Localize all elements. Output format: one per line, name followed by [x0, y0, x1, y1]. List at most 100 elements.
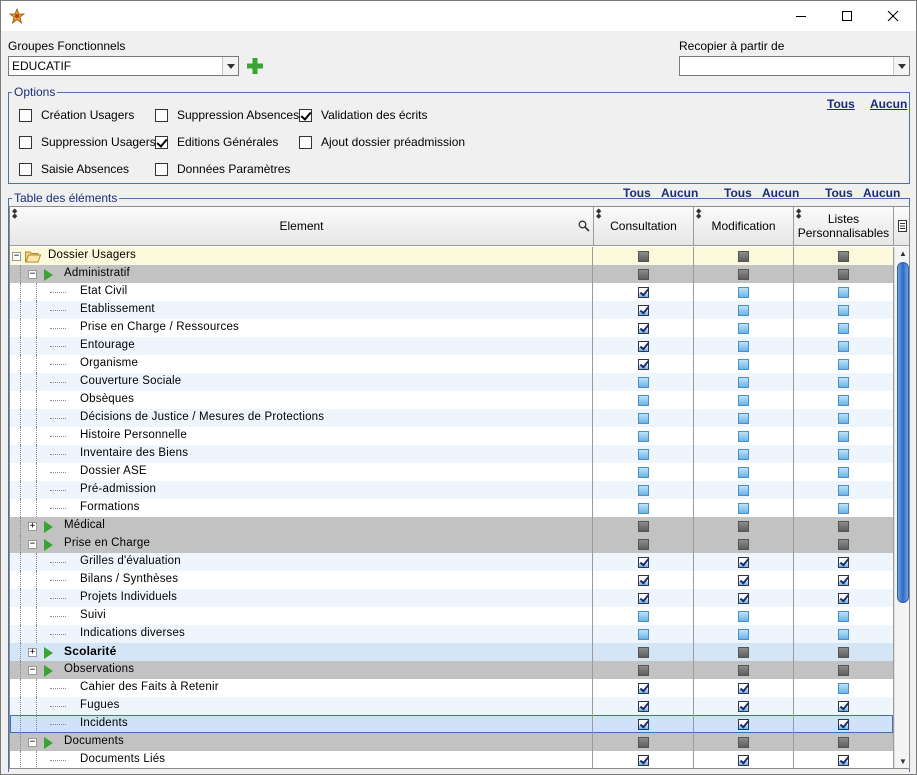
checked-box-icon[interactable]	[638, 718, 649, 730]
recopier-select[interactable]	[679, 56, 910, 76]
unchecked-box-icon[interactable]	[838, 448, 849, 460]
consultation-cell[interactable]	[594, 553, 694, 571]
checked-box-icon[interactable]	[738, 592, 749, 604]
options-tous-link[interactable]: Tous	[827, 97, 855, 111]
modification-cell[interactable]	[694, 391, 794, 409]
listes-cell[interactable]	[794, 571, 894, 589]
unchecked-box-icon[interactable]	[738, 430, 749, 442]
listes-cell[interactable]	[794, 355, 894, 373]
modification-tous-link[interactable]: Tous	[724, 186, 752, 200]
group-state-icon[interactable]	[738, 736, 749, 748]
unchecked-box-icon[interactable]	[838, 466, 849, 478]
group-state-icon[interactable]	[638, 520, 649, 532]
checkbox-icon[interactable]	[19, 135, 32, 149]
consultation-cell[interactable]	[594, 625, 694, 643]
listes-cell[interactable]	[794, 265, 894, 283]
column-chooser-button[interactable]	[894, 207, 909, 246]
checked-box-icon[interactable]	[838, 718, 849, 730]
group-state-icon[interactable]	[638, 250, 649, 262]
listes-cell[interactable]	[794, 301, 894, 319]
unchecked-box-icon[interactable]	[638, 448, 649, 460]
group-state-icon[interactable]	[838, 646, 849, 658]
consultation-cell[interactable]	[594, 535, 694, 553]
modification-cell[interactable]	[694, 247, 794, 265]
option-checkbox[interactable]: Saisie Absences	[19, 161, 129, 177]
checkbox-icon[interactable]	[155, 108, 168, 122]
modification-column-header[interactable]: ◆ ◆ Modification	[694, 207, 794, 246]
listes-cell[interactable]	[794, 427, 894, 445]
checkbox-icon[interactable]	[19, 162, 32, 176]
group-state-icon[interactable]	[738, 250, 749, 262]
checked-box-icon[interactable]	[638, 286, 649, 298]
modification-cell[interactable]	[694, 337, 794, 355]
table-row[interactable]: Incidents	[10, 715, 894, 733]
checked-box-icon[interactable]	[738, 700, 749, 712]
listes-cell[interactable]	[794, 391, 894, 409]
dropdown-arrow-icon[interactable]	[893, 57, 909, 75]
group-state-icon[interactable]	[738, 646, 749, 658]
unchecked-box-icon[interactable]	[838, 322, 849, 334]
listes-cell[interactable]	[794, 643, 894, 661]
table-row[interactable]: Suivi	[10, 607, 894, 625]
listes-cell[interactable]	[794, 373, 894, 391]
checked-box-icon[interactable]	[738, 682, 749, 694]
modification-cell[interactable]	[694, 481, 794, 499]
modification-cell[interactable]	[694, 535, 794, 553]
checked-box-icon[interactable]	[738, 754, 749, 766]
checkbox-icon[interactable]	[299, 135, 312, 149]
checked-box-icon[interactable]	[638, 322, 649, 334]
listes-tous-link[interactable]: Tous	[825, 186, 853, 200]
checked-box-icon[interactable]	[838, 754, 849, 766]
unchecked-box-icon[interactable]	[638, 502, 649, 514]
element-column-header[interactable]: ◆ ◆ Element	[10, 207, 594, 246]
unchecked-box-icon[interactable]	[838, 376, 849, 388]
collapse-icon[interactable]: −	[28, 738, 37, 747]
unchecked-box-icon[interactable]	[738, 610, 749, 622]
table-row[interactable]: Pré-admission	[10, 481, 894, 499]
unchecked-box-icon[interactable]	[738, 394, 749, 406]
modification-cell[interactable]	[694, 715, 794, 733]
unchecked-box-icon[interactable]	[738, 358, 749, 370]
unchecked-box-icon[interactable]	[638, 412, 649, 424]
table-row[interactable]: Décisions de Justice / Mesures de Protec…	[10, 409, 894, 427]
collapse-icon[interactable]: −	[28, 270, 37, 279]
consultation-cell[interactable]	[594, 265, 694, 283]
unchecked-box-icon[interactable]	[638, 394, 649, 406]
listes-cell[interactable]	[794, 625, 894, 643]
unchecked-box-icon[interactable]	[638, 466, 649, 478]
checked-box-icon[interactable]	[838, 556, 849, 568]
modification-cell[interactable]	[694, 499, 794, 517]
table-row[interactable]: − Documents	[10, 733, 894, 751]
table-row[interactable]: Prise en Charge / Ressources	[10, 319, 894, 337]
unchecked-box-icon[interactable]	[738, 502, 749, 514]
checked-box-icon[interactable]	[638, 754, 649, 766]
group-state-icon[interactable]	[838, 736, 849, 748]
listes-cell[interactable]	[794, 499, 894, 517]
minimize-button[interactable]	[778, 1, 824, 31]
checkbox-icon[interactable]	[299, 108, 312, 122]
table-row[interactable]: Cahier des Faits à Retenir	[10, 679, 894, 697]
expand-icon[interactable]: +	[28, 648, 37, 657]
table-row[interactable]: − Dossier Usagers	[10, 247, 894, 265]
consultation-cell[interactable]	[594, 427, 694, 445]
listes-cell[interactable]	[794, 445, 894, 463]
checked-box-icon[interactable]	[638, 304, 649, 316]
table-row[interactable]: + Scolarité	[10, 643, 894, 661]
consultation-cell[interactable]	[594, 697, 694, 715]
group-state-icon[interactable]	[838, 520, 849, 532]
consultation-cell[interactable]	[594, 679, 694, 697]
group-state-icon[interactable]	[738, 268, 749, 280]
option-checkbox[interactable]: Données Paramètres	[155, 161, 290, 177]
modification-cell[interactable]	[694, 553, 794, 571]
group-state-icon[interactable]	[838, 250, 849, 262]
listes-cell[interactable]	[794, 481, 894, 499]
modification-cell[interactable]	[694, 679, 794, 697]
listes-cell[interactable]	[794, 679, 894, 697]
checked-box-icon[interactable]	[738, 718, 749, 730]
collapse-icon[interactable]: −	[28, 666, 37, 675]
close-button[interactable]	[870, 1, 916, 31]
table-row[interactable]: Entourage	[10, 337, 894, 355]
listes-cell[interactable]	[794, 319, 894, 337]
checked-box-icon[interactable]	[838, 592, 849, 604]
listes-cell[interactable]	[794, 283, 894, 301]
